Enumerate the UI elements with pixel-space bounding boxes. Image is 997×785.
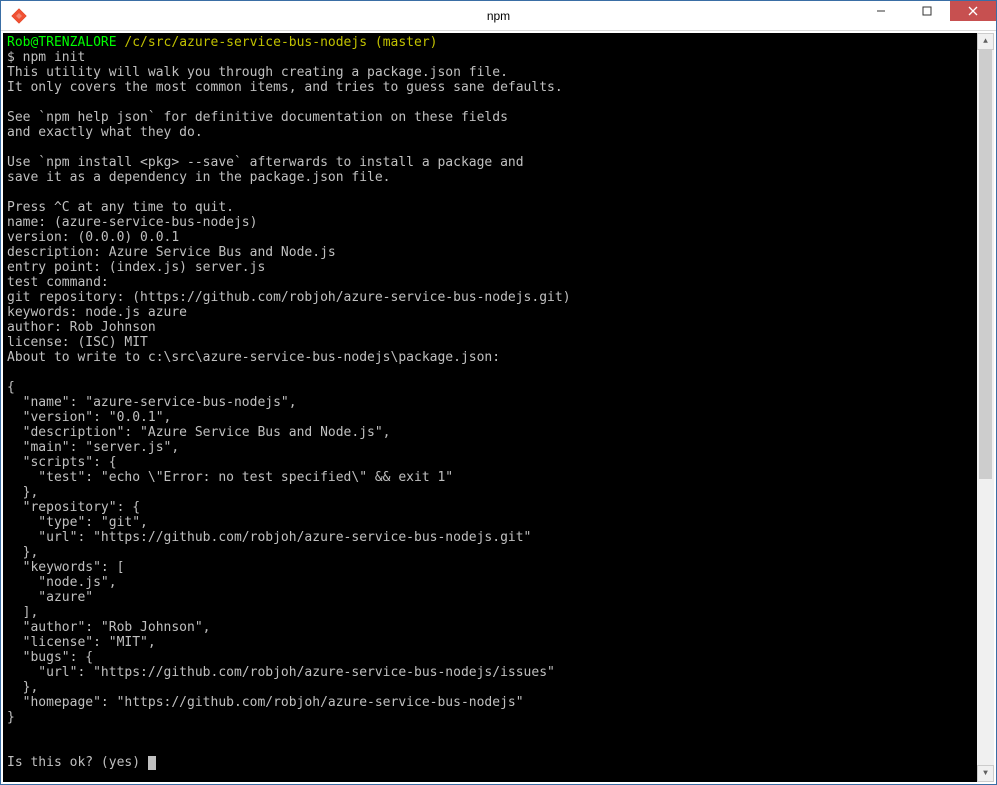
output-line: git repository: (https://github.com/robj… [7, 290, 571, 305]
output-line: name: (azure-service-bus-nodejs) [7, 215, 257, 230]
minimize-button[interactable] [858, 1, 904, 21]
output-line: } [7, 710, 15, 725]
terminal-output[interactable]: Rob@TRENZALORE /c/src/azure-service-bus-… [3, 33, 977, 782]
scroll-track[interactable] [977, 50, 994, 765]
output-line: keywords: node.js azure [7, 305, 187, 320]
output-line: "name": "azure-service-bus-nodejs", [7, 395, 297, 410]
output-line: test command: [7, 275, 109, 290]
output-line: }, [7, 680, 38, 695]
scroll-up-arrow-icon[interactable]: ▲ [977, 33, 994, 50]
output-line: "bugs": { [7, 650, 93, 665]
titlebar[interactable]: npm [1, 1, 996, 31]
window-title: npm [487, 9, 510, 23]
output-line: { [7, 380, 15, 395]
output-line: See `npm help json` for definitive docum… [7, 110, 508, 125]
output-line: Use `npm install <pkg> --save` afterward… [7, 155, 524, 170]
output-line: ], [7, 605, 38, 620]
output-line: About to write to c:\src\azure-service-b… [7, 350, 500, 365]
prompt-branch: (master) [375, 35, 438, 50]
output-line: It only covers the most common items, an… [7, 80, 563, 95]
prompt-path: /c/src/azure-service-bus-nodejs [124, 35, 367, 50]
vertical-scrollbar[interactable]: ▲ ▼ [977, 33, 994, 782]
output-line: "type": "git", [7, 515, 148, 530]
output-line: "node.js", [7, 575, 117, 590]
output-line: entry point: (index.js) server.js [7, 260, 265, 275]
output-line: "main": "server.js", [7, 440, 179, 455]
output-line: description: Azure Service Bus and Node.… [7, 245, 336, 260]
output-line: author: Rob Johnson [7, 320, 156, 335]
output-line: }, [7, 485, 38, 500]
output-line: "description": "Azure Service Bus and No… [7, 425, 391, 440]
output-line: }, [7, 545, 38, 560]
output-line: "url": "https://github.com/robjoh/azure-… [7, 530, 531, 545]
output-line: "test": "echo \"Error: no test specified… [7, 470, 453, 485]
output-line: "version": "0.0.1", [7, 410, 171, 425]
output-line: "keywords": [ [7, 560, 124, 575]
output-line: "license": "MIT", [7, 635, 156, 650]
scroll-thumb[interactable] [979, 50, 992, 479]
terminal-window: npm Rob@TRENZALORE /c/src/azure-service-… [0, 0, 997, 785]
command-input: npm init [23, 50, 86, 65]
output-line: "scripts": { [7, 455, 117, 470]
output-line: save it as a dependency in the package.j… [7, 170, 391, 185]
output-line: version: (0.0.0) 0.0.1 [7, 230, 179, 245]
output-line: "author": "Rob Johnson", [7, 620, 211, 635]
output-line: "homepage": "https://github.com/robjoh/a… [7, 695, 524, 710]
output-line: and exactly what they do. [7, 125, 203, 140]
terminal-area: Rob@TRENZALORE /c/src/azure-service-bus-… [1, 31, 996, 784]
output-line: license: (ISC) MIT [7, 335, 148, 350]
output-line: "repository": { [7, 500, 140, 515]
scroll-down-arrow-icon[interactable]: ▼ [977, 765, 994, 782]
output-line: "azure" [7, 590, 93, 605]
app-icon [9, 6, 29, 26]
confirmation-prompt: Is this ok? (yes) [7, 755, 148, 770]
output-line: "url": "https://github.com/robjoh/azure-… [7, 665, 555, 680]
window-controls [858, 1, 996, 30]
prompt-user-host: Rob@TRENZALORE [7, 35, 117, 50]
cursor-icon [148, 756, 156, 770]
output-line: Press ^C at any time to quit. [7, 200, 234, 215]
output-line: This utility will walk you through creat… [7, 65, 508, 80]
maximize-button[interactable] [904, 1, 950, 21]
close-button[interactable] [950, 1, 996, 21]
prompt-symbol: $ [7, 50, 15, 65]
